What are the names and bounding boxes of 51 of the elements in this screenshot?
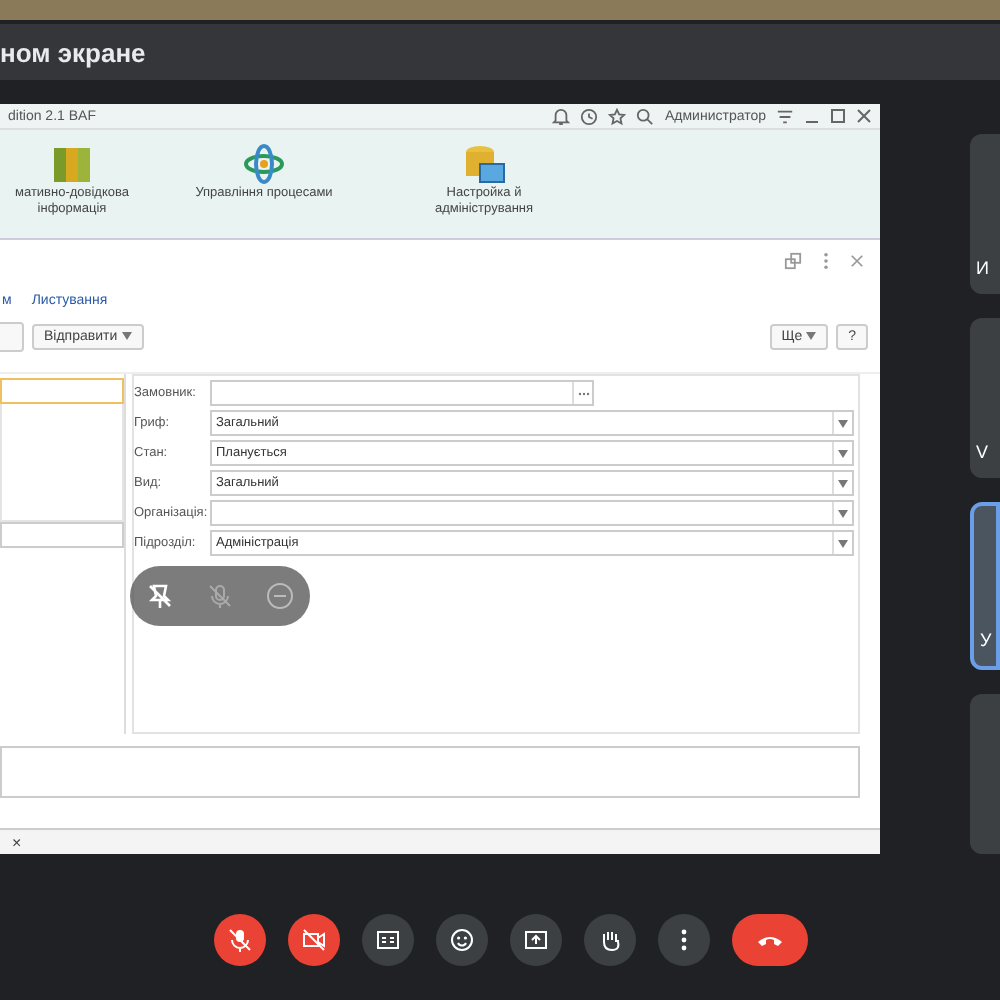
- emoji-button[interactable]: [435, 914, 487, 966]
- participant-tile[interactable]: [970, 694, 1000, 854]
- dropdown-arrow-icon[interactable]: [832, 472, 852, 494]
- captions-button[interactable]: [361, 914, 413, 966]
- participant-tile[interactable]: И: [970, 134, 1000, 294]
- present-button[interactable]: [509, 914, 561, 966]
- dropdown-arrow-icon[interactable]: [832, 502, 852, 524]
- select-field[interactable]: [0, 522, 124, 548]
- camera-off-icon: [301, 928, 325, 952]
- camera-button[interactable]: [287, 914, 339, 966]
- caret-icon: [806, 332, 817, 341]
- phone-icon: [755, 932, 783, 948]
- history-icon[interactable]: [580, 107, 599, 125]
- participant-tile[interactable]: V: [970, 318, 1000, 478]
- books-icon[interactable]: [50, 142, 94, 186]
- pin-off-icon[interactable]: [146, 582, 174, 610]
- ellipsis-icon[interactable]: [572, 382, 592, 404]
- menu-icon[interactable]: [776, 107, 794, 125]
- maximize-icon[interactable]: [830, 108, 846, 124]
- database-monitor-icon[interactable]: [462, 142, 506, 186]
- dropdown-arrow-icon[interactable]: [832, 532, 852, 554]
- link-icon[interactable]: [784, 252, 802, 270]
- presentation-title: ном экране: [0, 37, 146, 67]
- present-icon: [523, 928, 547, 952]
- participant-tile[interactable]: У: [970, 502, 1000, 670]
- kebab-icon[interactable]: [822, 252, 830, 270]
- caret-icon: [121, 332, 132, 341]
- mic-off-icon: [227, 928, 251, 952]
- more-button[interactable]: [657, 914, 709, 966]
- smiley-icon: [449, 928, 473, 952]
- atom-icon[interactable]: [242, 142, 286, 186]
- close-icon[interactable]: [850, 254, 864, 268]
- hand-button[interactable]: [583, 914, 635, 966]
- tab-close[interactable]: ×: [12, 833, 22, 851]
- dropdown-arrow-icon[interactable]: [832, 412, 852, 434]
- search-icon[interactable]: [636, 107, 655, 125]
- more-icon: [679, 928, 687, 952]
- bell-icon[interactable]: [552, 107, 571, 125]
- participant-name: И: [976, 258, 989, 278]
- select-field[interactable]: [210, 500, 854, 526]
- hangup-button[interactable]: [731, 914, 807, 966]
- input-field[interactable]: [0, 378, 124, 404]
- close-icon[interactable]: [856, 108, 872, 124]
- captions-icon: [375, 928, 399, 952]
- star-icon[interactable]: [608, 107, 627, 125]
- dropdown-arrow-icon[interactable]: [832, 442, 852, 464]
- participant-name: V: [976, 442, 989, 462]
- hand-icon: [597, 928, 621, 952]
- participant-name: У: [980, 630, 992, 650]
- select-field[interactable]: [210, 380, 594, 406]
- mic-button[interactable]: [213, 914, 265, 966]
